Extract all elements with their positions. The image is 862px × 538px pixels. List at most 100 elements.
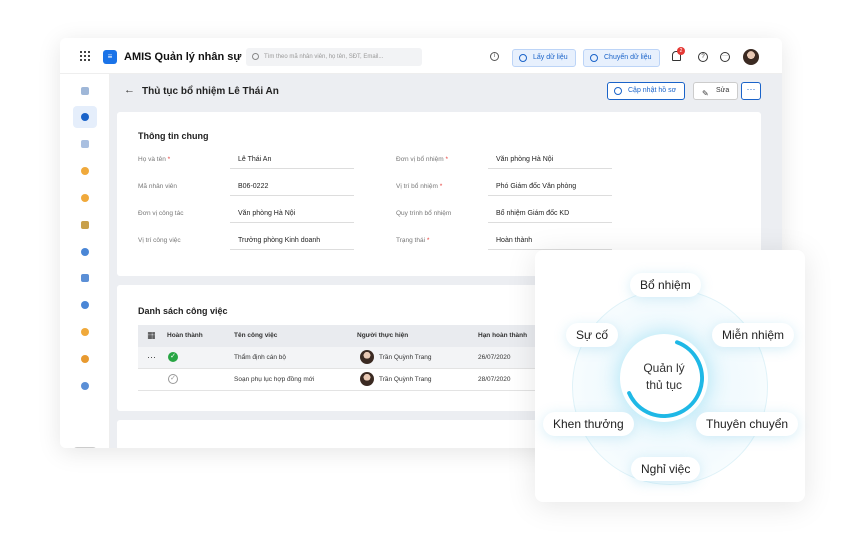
sidebar-item-profile[interactable] [73,106,97,128]
sidebar-item-employees[interactable] [73,187,97,209]
transfer-data-button[interactable]: Chuyển dữ liệu [583,49,660,67]
diagram-center: Quản lý thủ tục [620,334,708,422]
col-done: Hoàn thành [167,332,203,339]
required-mark: * [439,183,443,190]
task-due: 26/07/2020 [478,354,511,361]
sidebar-item-settings[interactable] [73,375,97,397]
app-grid-icon[interactable] [80,51,90,61]
field-label: Vị trí công việc [138,237,181,244]
arrow-right-circle-icon [614,87,622,95]
field-value[interactable]: B06-0222 [230,182,354,196]
info-circle-icon [81,301,89,309]
more-options-icon[interactable]: ··· [720,52,730,62]
sidebar-item-reports[interactable] [73,348,97,370]
procedure-diagram-panel: Quản lý thủ tục Bổ nhiệm Miễn nhiệm Thuy… [535,250,805,502]
field-label-text: Vị trí công việc [138,237,181,244]
field-label-text: Trạng thái [396,237,426,244]
field-label: Đơn vị bổ nhiệm * [396,156,448,163]
home-icon [81,87,89,95]
user-check-icon [81,248,89,256]
back-arrow-icon[interactable]: ← [124,84,135,96]
field-value[interactable]: Bổ nhiệm Giám đốc KD [488,209,612,223]
user-add-icon [81,167,89,175]
more-button[interactable]: ··· [741,82,761,100]
general-info-title: Thông tin chung [138,131,209,141]
expand-sidebar-icon[interactable]: » [73,447,97,448]
field-value[interactable]: Trưởng phòng Kinh doanh [230,236,354,250]
item-transfer: Thuyên chuyển [696,412,799,436]
diagram-center-label: Quản lý thủ tục [620,360,708,394]
sidebar: » [60,74,110,448]
item-appoint: Bổ nhiệm [630,273,701,297]
search-icon [252,53,259,60]
col-assignee: Người thực hiện [357,332,409,339]
update-profile-label: Cập nhật hồ sơ [628,87,677,94]
row-menu-icon[interactable]: ··· [147,352,156,362]
notification-badge: 2 [677,47,685,55]
transfer-data-label: Chuyển dữ liệu [604,54,652,61]
center-line-2: thủ tục [645,378,683,392]
task-name: Thẩm định cán bộ [234,354,287,361]
field-label-text: Đơn vị công tác [138,210,184,217]
field-value[interactable]: Phó Giám đốc Văn phòng [488,182,612,196]
help-icon[interactable]: ? [698,52,708,62]
field-label-text: Quy trình bổ nhiệm [396,210,452,217]
field-value[interactable]: Hoàn thành [488,236,612,250]
field-label-text: Họ và tên [138,156,166,163]
field-label: Quy trình bổ nhiệm [396,210,451,217]
field-label: Trạng thái * [396,237,429,244]
app-logo-icon: ≡ [103,50,117,64]
gear-icon [81,382,89,390]
sidebar-item-team[interactable] [73,321,97,343]
center-line-1: Quản lý [643,361,685,375]
task-list-title: Danh sách công việc [138,306,228,316]
search-input[interactable]: Tìm theo mã nhân viên, họ tên, SĐT, Emai… [246,48,422,66]
fetch-data-button[interactable]: Lấy dữ liệu [512,49,576,67]
info-icon[interactable]: i [490,52,499,61]
sidebar-item-documents[interactable] [73,133,97,155]
field-label-text: Mã nhân viên [138,183,178,190]
field-value[interactable]: Văn phòng Hà Nội [488,155,612,169]
edit-button[interactable]: ✎ Sửa [693,82,739,100]
check-done-icon[interactable]: ✓ [168,352,178,362]
pie-chart-icon [81,355,89,363]
task-assignee: Trần Quỳnh Trang [379,376,432,383]
table-row[interactable]: ✓ Soạn phụ lục hợp đồng mới Trần Quỳnh T… [138,369,558,391]
arrow-left-circle-icon [519,54,527,62]
field-label: Mã nhân viên [138,183,177,190]
sidebar-item-info[interactable] [73,294,97,316]
user-avatar[interactable] [743,49,759,65]
field-label: Họ và tên * [138,156,170,163]
page-header: ← Thủ tục bổ nhiệm Lê Thái An Cập nhật h… [110,74,782,108]
sidebar-item-layout[interactable] [73,267,97,289]
table-row[interactable]: ··· ✓ Thẩm định cán bộ Trần Quỳnh Trang … [138,347,558,369]
field-label: Vị trí bổ nhiệm * [396,183,442,190]
team-icon [81,328,89,336]
sidebar-item-assign[interactable] [73,241,97,263]
required-mark: * [167,156,171,163]
users-icon [81,194,89,202]
field-label-text: Vị trí bổ nhiệm [396,183,438,190]
assignee-avatar [360,350,374,364]
sidebar-item-recruit[interactable] [73,160,97,182]
top-bar: ≡ AMIS Quản lý nhân sự Tìm theo mã nhân … [60,38,782,74]
edit-label: Sửa [716,87,730,94]
pencil-icon: ✎ [702,89,709,98]
update-profile-button[interactable]: Cập nhật hồ sơ [607,82,686,100]
table-header: ▦ Hoàn thành Tên công việc Người thực hi… [138,325,558,347]
task-due: 28/07/2020 [478,376,511,383]
swap-icon [81,221,89,229]
required-mark: * [445,156,448,163]
task-name: Soạn phụ lục hợp đồng mới [234,376,315,383]
columns-icon[interactable]: ▦ [147,330,156,341]
field-value[interactable]: Lê Thái An [230,155,354,169]
sidebar-item-home[interactable] [73,80,97,102]
sidebar-item-transfer[interactable] [73,214,97,236]
field-label-text: Đơn vị bổ nhiệm [396,156,444,163]
required-mark: * [426,237,430,244]
task-assignee: Trần Quỳnh Trang [379,354,432,361]
check-pending-icon[interactable]: ✓ [168,374,178,384]
item-dismiss: Miễn nhiệm [712,323,795,347]
field-value[interactable]: Văn phòng Hà Nội [230,209,354,223]
person-icon [81,113,89,121]
